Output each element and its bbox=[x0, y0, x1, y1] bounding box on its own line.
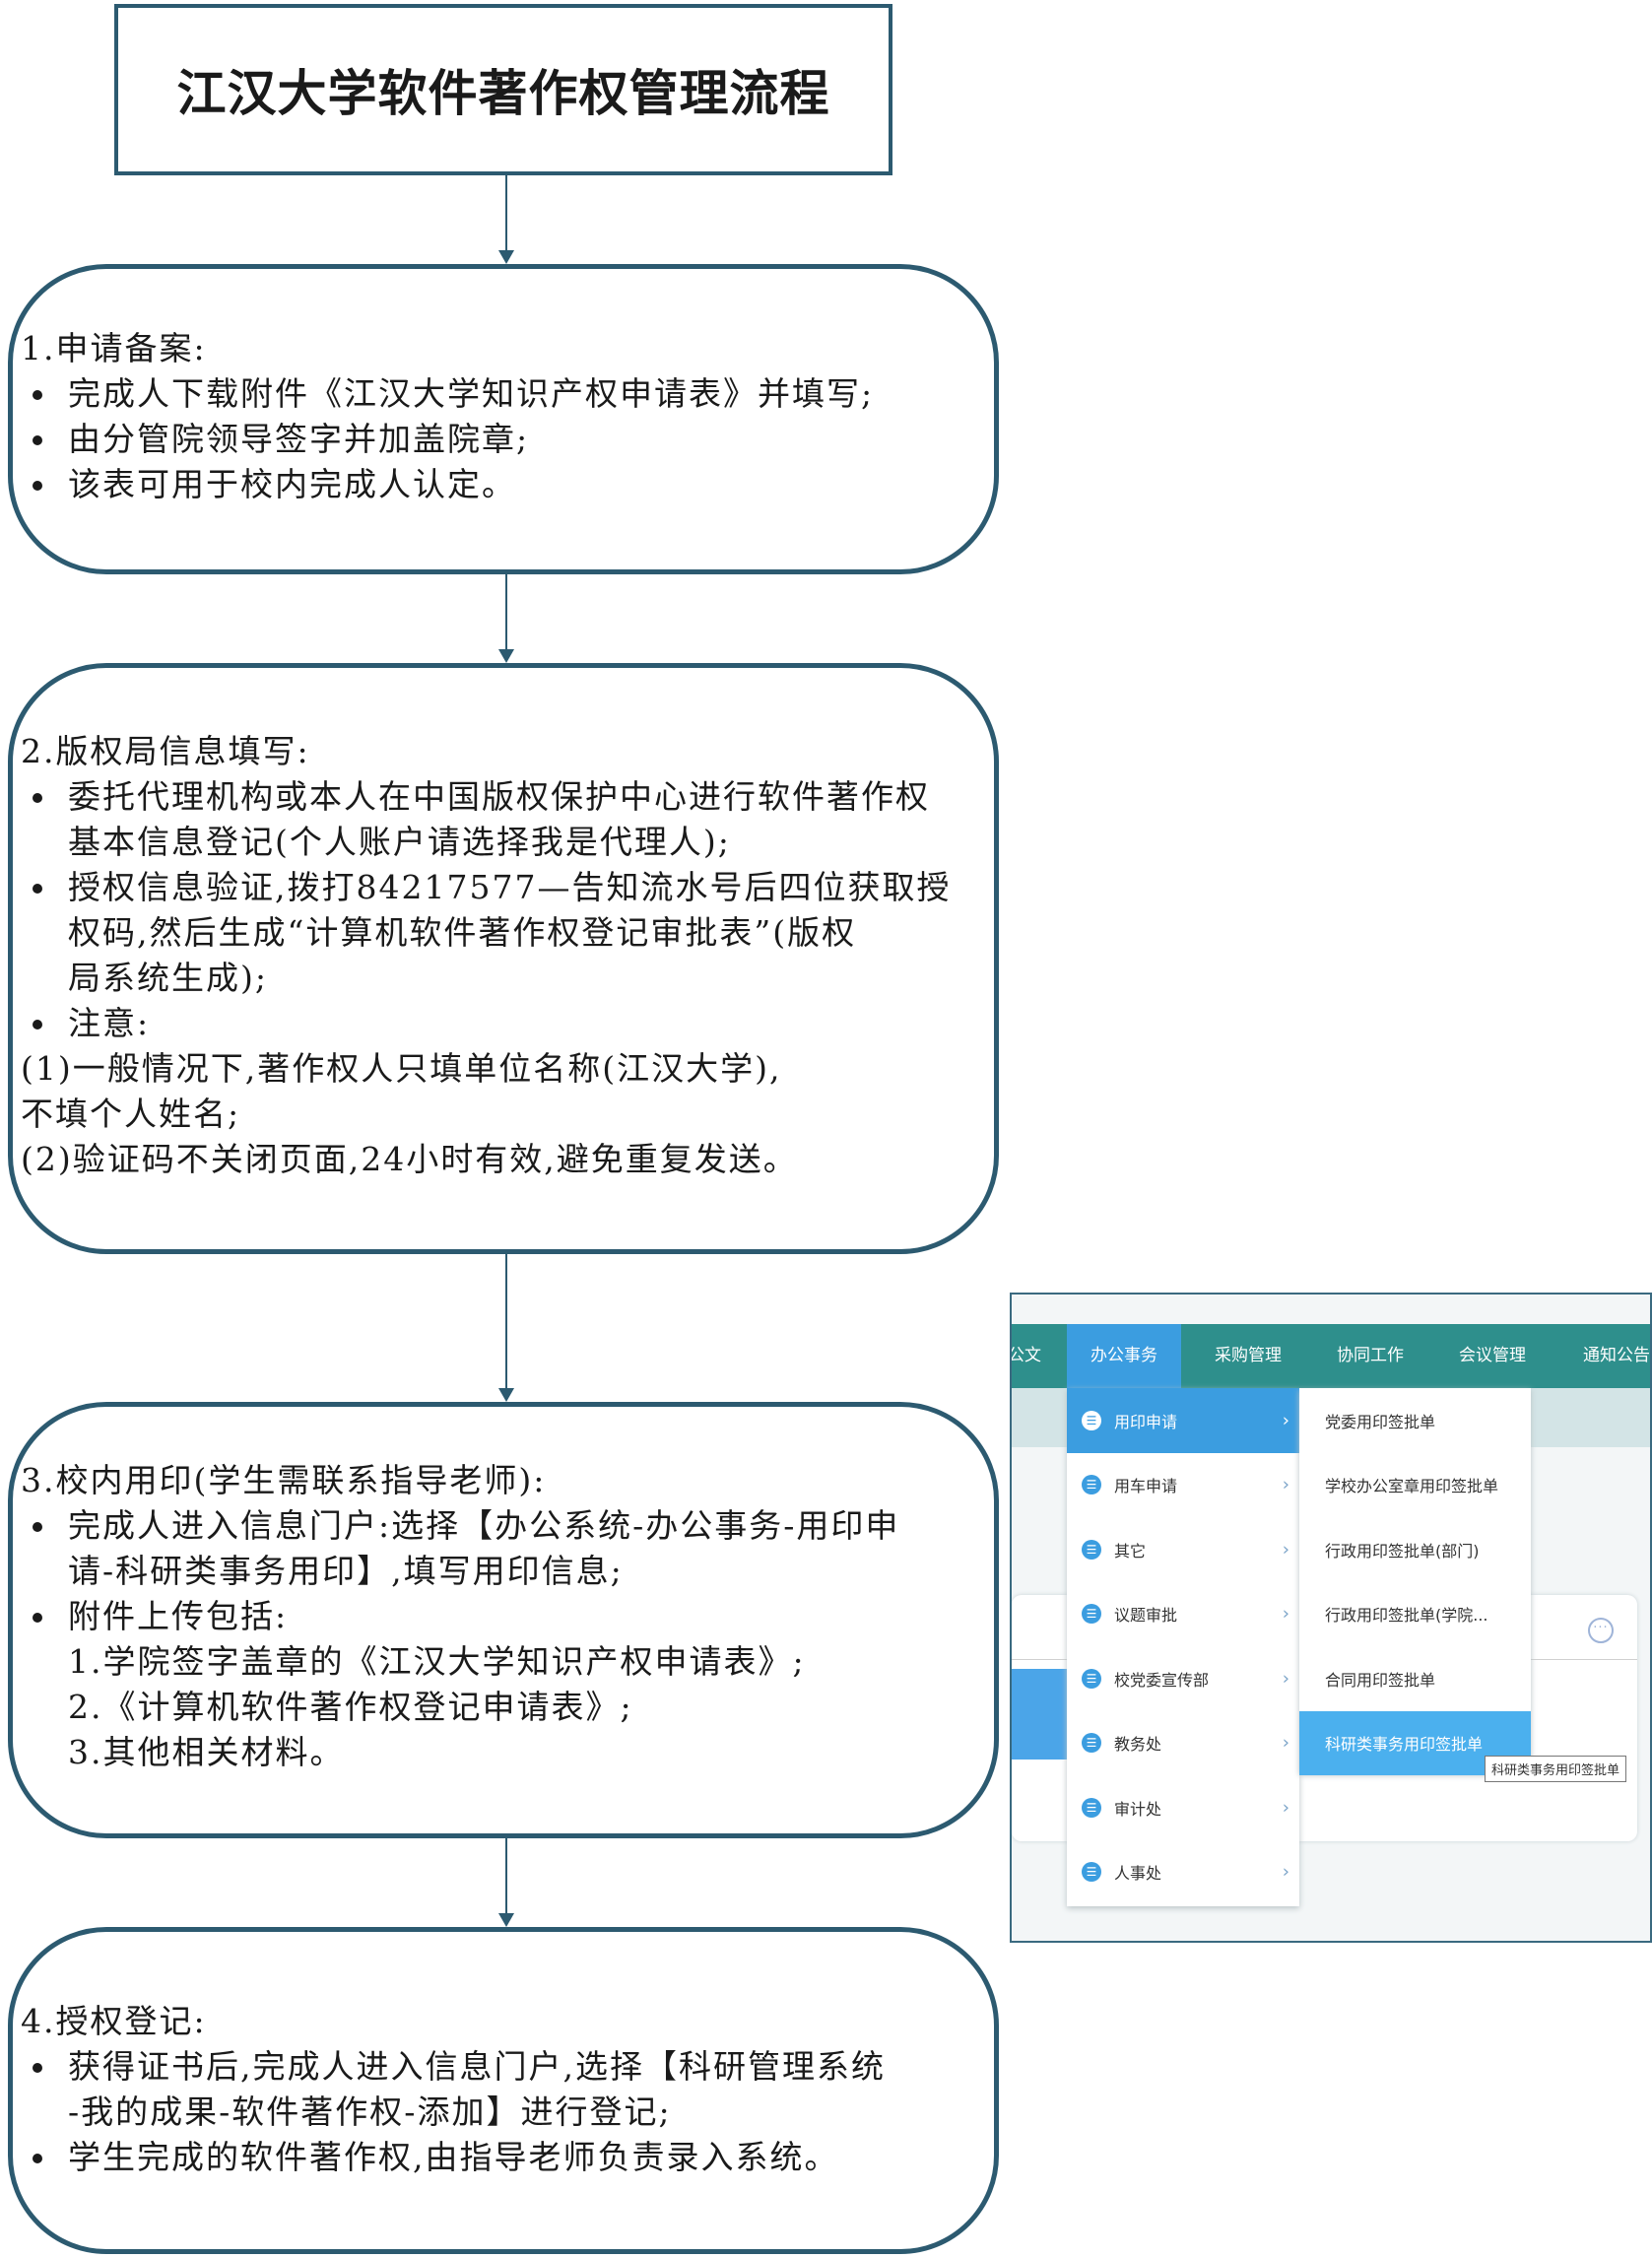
chevron-right-icon: › bbox=[1282, 1732, 1289, 1754]
list-icon: ☰ bbox=[1082, 1797, 1101, 1818]
menu-item-label: 用车申请 bbox=[1114, 1477, 1178, 1496]
step-1-title: 1.申请备案: bbox=[21, 329, 207, 367]
step-2-bullet-1-line-2: 基本信息登记(个人账户请选择我是代理人); bbox=[68, 823, 731, 861]
step-4-box: 4.授权登记: 获得证书后,完成人进入信息门户,选择【科研管理系统 -我的成果-… bbox=[8, 1927, 999, 2254]
menu-item-label: 人事处 bbox=[1114, 1864, 1162, 1884]
step-1-bullet-1: 完成人下载附件《江汉大学知识产权申请表》并填写; bbox=[21, 371, 980, 417]
menu-item-seal-application[interactable]: ☰ 用印申请 › bbox=[1067, 1388, 1299, 1453]
step-2-bullet-2-line-3: 局系统生成); bbox=[68, 959, 268, 997]
page-title: 江汉大学软件著作权管理流程 bbox=[176, 64, 830, 122]
nav-item-official-doc[interactable]: 公文 bbox=[1012, 1324, 1041, 1388]
menu-item-vehicle-application[interactable]: ☰ 用车申请 › bbox=[1067, 1453, 1299, 1518]
office-affairs-menu: ☰ 用印申请 › ☰ 用车申请 › ☰ 其它 › ☰ 议题审批 › ☰ 校党委宣… bbox=[1067, 1388, 1299, 1906]
list-icon: ☰ bbox=[1082, 1539, 1101, 1560]
nav-item-meetings[interactable]: 会议管理 bbox=[1459, 1324, 1526, 1388]
menu-item-label: 议题审批 bbox=[1114, 1606, 1178, 1626]
more-icon[interactable]: ··· bbox=[1588, 1618, 1614, 1643]
nav-item-collaboration[interactable]: 协同工作 bbox=[1337, 1324, 1404, 1388]
step-4-bullet-1: 获得证书后,完成人进入信息门户,选择【科研管理系统 -我的成果-软件著作权-添加… bbox=[21, 2044, 980, 2135]
step-1-box: 1.申请备案: 完成人下载附件《江汉大学知识产权申请表》并填写; 由分管院领导签… bbox=[8, 264, 999, 574]
menu-item-label: 其它 bbox=[1114, 1541, 1147, 1561]
list-icon: ☰ bbox=[1082, 1668, 1101, 1689]
step-2-bullet-2-line-2: 权码,然后生成“计算机软件著作权登记审批表”(版权 bbox=[68, 913, 857, 952]
step-1-bullet-2: 由分管院领导签字并加盖院章; bbox=[21, 417, 980, 462]
step-3-sub-1: 1.学院签字盖章的《江汉大学知识产权申请表》; bbox=[68, 1642, 806, 1681]
chevron-right-icon: › bbox=[1282, 1603, 1289, 1625]
nav-item-notices[interactable]: 通知公告 bbox=[1583, 1324, 1650, 1388]
chevron-right-icon: › bbox=[1282, 1668, 1289, 1690]
step-2-bullet-1: 委托代理机构或本人在中国版权保护中心进行软件著作权 基本信息登记(个人账户请选择… bbox=[21, 774, 980, 865]
step-3-sub-2: 2.《计算机软件著作权登记申请表》; bbox=[68, 1688, 633, 1726]
menu-item-hr[interactable]: ☰ 人事处 › bbox=[1067, 1840, 1299, 1905]
menu-item-academic-affairs[interactable]: ☰ 教务处 › bbox=[1067, 1711, 1299, 1776]
step-4-title: 4.授权登记: bbox=[21, 2002, 207, 2040]
list-icon: ☰ bbox=[1082, 1862, 1101, 1883]
top-nav: 公文 办公事务 采购管理 协同工作 会议管理 通知公告 bbox=[1012, 1324, 1650, 1388]
nav-item-procurement[interactable]: 采购管理 bbox=[1215, 1324, 1282, 1388]
step-4-bullet-2: 学生完成的软件著作权,由指导老师负责录入系统。 bbox=[21, 2135, 980, 2180]
step-4-bullet-1-line-2: -我的成果-软件著作权-添加】进行登记; bbox=[68, 2092, 672, 2131]
card-blue-block bbox=[1012, 1669, 1071, 1760]
chevron-right-icon: › bbox=[1282, 1410, 1289, 1431]
step-2-note-1-line-1: (1)一般情况下,著作权人只填单位名称(江汉大学), bbox=[21, 1049, 782, 1088]
submenu-item-admin-seal-dept[interactable]: 行政用印签批单(部门) bbox=[1299, 1517, 1531, 1582]
arrow-4 bbox=[498, 1838, 514, 1927]
step-2-bullet-2-line-1: 授权信息验证,拨打84217577—告知流水号后四位获取授 bbox=[68, 868, 952, 906]
submenu-item-party-seal[interactable]: 党委用印签批单 bbox=[1299, 1388, 1531, 1453]
nav-item-office-affairs[interactable]: 办公事务 bbox=[1067, 1324, 1181, 1388]
step-2-note-1-line-2: 不填个人姓名; bbox=[21, 1095, 241, 1133]
submenu-item-admin-seal-college[interactable]: 行政用印签批单(学院... bbox=[1299, 1582, 1531, 1647]
menu-item-other[interactable]: ☰ 其它 › bbox=[1067, 1517, 1299, 1582]
chevron-right-icon: › bbox=[1282, 1474, 1289, 1495]
step-2-bullet-2: 授权信息验证,拨打84217577—告知流水号后四位获取授 权码,然后生成“计算… bbox=[21, 865, 980, 1001]
arrow-1 bbox=[498, 175, 514, 264]
chevron-right-icon: › bbox=[1282, 1797, 1289, 1819]
menu-item-publicity-dept[interactable]: ☰ 校党委宣传部 › bbox=[1067, 1646, 1299, 1711]
title-box: 江汉大学软件著作权管理流程 bbox=[114, 4, 892, 175]
step-1-bullet-3: 该表可用于校内完成人认定。 bbox=[21, 462, 980, 507]
chevron-right-icon: › bbox=[1282, 1861, 1289, 1883]
step-2-bullet-1-line-1: 委托代理机构或本人在中国版权保护中心进行软件著作权 bbox=[68, 777, 930, 816]
list-icon: ☰ bbox=[1082, 1733, 1101, 1754]
step-3-sub-3: 3.其他相关材料。 bbox=[68, 1733, 345, 1771]
office-system-screenshot: 公文 办公事务 采购管理 协同工作 会议管理 通知公告 ··· ☰ 用印申请 ›… bbox=[1010, 1293, 1652, 1943]
seal-application-submenu: 党委用印签批单 学校办公室章用印签批单 行政用印签批单(部门) 行政用印签批单(… bbox=[1299, 1388, 1531, 1775]
menu-item-label: 校党委宣传部 bbox=[1114, 1670, 1210, 1690]
step-3-title: 3.校内用印(学生需联系指导老师): bbox=[21, 1461, 547, 1499]
chevron-right-icon: › bbox=[1282, 1539, 1289, 1561]
step-3-bullet-1: 完成人进入信息门户:选择【办公系统-办公事务-用印申 请-科研类事务用印】,填写… bbox=[21, 1503, 980, 1594]
tooltip: 科研类事务用印签批单 bbox=[1485, 1756, 1627, 1782]
submenu-item-contract-seal[interactable]: 合同用印签批单 bbox=[1299, 1646, 1531, 1711]
step-3-bullet-2: 附件上传包括: bbox=[21, 1594, 980, 1639]
step-4-bullet-1-line-1: 获得证书后,完成人进入信息门户,选择【科研管理系统 bbox=[68, 2047, 886, 2086]
menu-item-audit[interactable]: ☰ 审计处 › bbox=[1067, 1775, 1299, 1840]
list-icon: ☰ bbox=[1082, 1410, 1101, 1430]
step-3-box: 3.校内用印(学生需联系指导老师): 完成人进入信息门户:选择【办公系统-办公事… bbox=[8, 1402, 999, 1838]
menu-item-label: 审计处 bbox=[1114, 1799, 1162, 1819]
step-2-note-2: (2)验证码不关闭页面,24小时有效,避免重复发送。 bbox=[21, 1140, 798, 1178]
arrow-2 bbox=[498, 574, 514, 663]
step-2-title: 2.版权局信息填写: bbox=[21, 732, 310, 770]
arrow-3 bbox=[498, 1254, 514, 1402]
step-2-box: 2.版权局信息填写: 委托代理机构或本人在中国版权保护中心进行软件著作权 基本信… bbox=[8, 663, 999, 1254]
submenu-item-office-seal[interactable]: 学校办公室章用印签批单 bbox=[1299, 1453, 1531, 1518]
step-3-bullet-1-line-2: 请-科研类事务用印】,填写用印信息; bbox=[68, 1552, 624, 1590]
menu-item-topic-approval[interactable]: ☰ 议题审批 › bbox=[1067, 1582, 1299, 1647]
menu-item-label: 教务处 bbox=[1114, 1735, 1162, 1755]
step-3-bullet-1-line-1: 完成人进入信息门户:选择【办公系统-办公事务-用印申 bbox=[68, 1506, 900, 1545]
step-2-bullet-3: 注意: bbox=[21, 1001, 980, 1046]
list-icon: ☰ bbox=[1082, 1475, 1101, 1495]
menu-item-label: 用印申请 bbox=[1114, 1412, 1178, 1431]
list-icon: ☰ bbox=[1082, 1604, 1101, 1625]
